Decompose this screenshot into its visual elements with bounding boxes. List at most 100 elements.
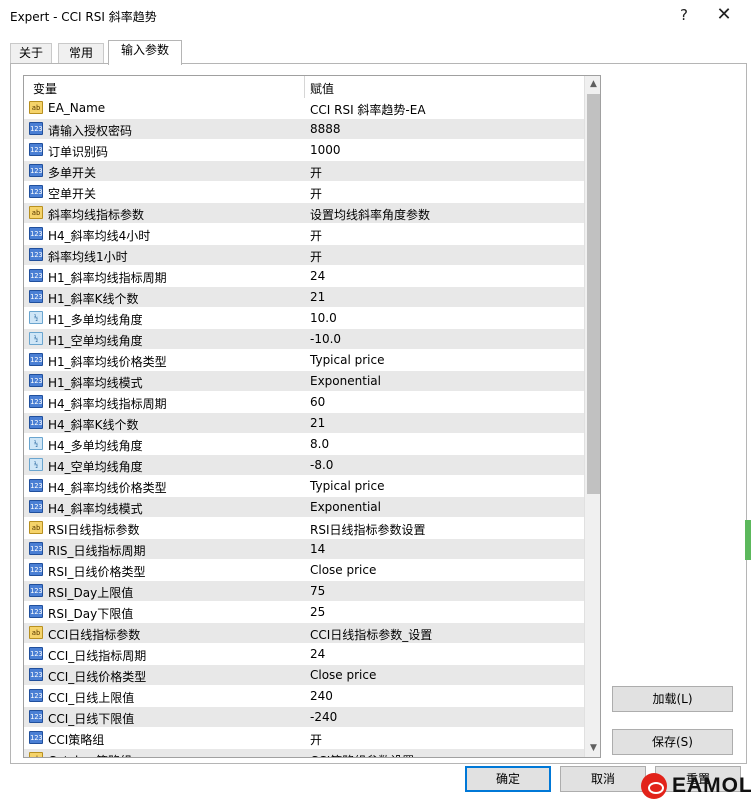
tab-inputs[interactable]: 输入参数 xyxy=(108,40,182,65)
parameter-name: CCI_日线价格类型 xyxy=(48,670,147,684)
parameter-name: CCI日线指标参数 xyxy=(48,628,141,642)
double-type-icon: ½ xyxy=(29,437,43,450)
integer-type-icon: 123 xyxy=(29,584,43,597)
ok-button[interactable]: 确定 xyxy=(465,766,551,792)
parameter-value[interactable]: 开 xyxy=(310,227,322,244)
parameter-name: H4_斜率均线价格类型 xyxy=(48,481,167,495)
parameter-value[interactable]: 75 xyxy=(310,584,325,598)
table-row[interactable]: 123 RIS_日线指标周期 14 xyxy=(24,539,584,560)
table-row[interactable]: 123 多单开关 开 xyxy=(24,161,584,182)
vertical-scrollbar[interactable]: ▲ ▼ xyxy=(584,76,600,757)
help-icon[interactable]: ? xyxy=(672,4,696,26)
save-button[interactable]: 保存(S) xyxy=(612,729,733,755)
column-header-value[interactable]: 赋值 xyxy=(310,80,334,97)
integer-type-icon: 123 xyxy=(29,731,43,744)
table-row[interactable]: 123 RSI_日线价格类型 Close price xyxy=(24,560,584,581)
column-header-variable[interactable]: 变量 xyxy=(33,80,57,97)
table-row[interactable]: ½ H4_多单均线角度 8.0 xyxy=(24,434,584,455)
parameter-value[interactable]: 21 xyxy=(310,290,325,304)
table-row[interactable]: 123 订单识别码 1000 xyxy=(24,140,584,161)
parameter-value[interactable]: 24 xyxy=(310,647,325,661)
parameter-value[interactable]: CCI日线指标参数_设置 xyxy=(310,626,432,643)
parameter-name: RSI_日线价格类型 xyxy=(48,565,146,579)
table-row[interactable]: 123 请输入授权密码 8888 xyxy=(24,119,584,140)
table-row[interactable]: 123 CCI_日线价格类型 Close price xyxy=(24,665,584,686)
table-row[interactable]: ab Catcha_策略组 CCI策略组参数设置 xyxy=(24,749,584,757)
table-row[interactable]: ab CCI日线指标参数 CCI日线指标参数_设置 xyxy=(24,623,584,644)
table-row[interactable]: 123 空单开关 开 xyxy=(24,182,584,203)
table-row[interactable]: ½ H4_空单均线角度 -8.0 xyxy=(24,455,584,476)
table-row[interactable]: ab EA_Name CCI RSI 斜率趋势-EA xyxy=(24,98,584,119)
parameter-value[interactable]: 8888 xyxy=(310,122,341,136)
close-icon[interactable]: ✕ xyxy=(712,4,736,26)
title-bar: Expert - CCI RSI 斜率趋势 ? ✕ xyxy=(0,0,751,30)
string-type-icon: ab xyxy=(29,626,43,639)
table-row[interactable]: 123 H1_斜率均线价格类型 Typical price xyxy=(24,350,584,371)
table-row[interactable]: ½ H1_多单均线角度 10.0 xyxy=(24,308,584,329)
table-row[interactable]: 123 H4_斜率均线价格类型 Typical price xyxy=(24,476,584,497)
table-row[interactable]: 123 CCI_日线指标周期 24 xyxy=(24,644,584,665)
parameter-value[interactable]: 14 xyxy=(310,542,325,556)
parameter-name: H4_多单均线角度 xyxy=(48,439,143,453)
integer-type-icon: 123 xyxy=(29,563,43,576)
parameter-value[interactable]: 240 xyxy=(310,689,333,703)
scroll-up-icon[interactable]: ▲ xyxy=(585,76,600,93)
parameter-value[interactable]: 开 xyxy=(310,185,322,202)
parameter-value[interactable]: Exponential xyxy=(310,500,381,514)
parameter-value[interactable]: Exponential xyxy=(310,374,381,388)
parameter-value[interactable]: Close price xyxy=(310,563,376,577)
parameter-name: 斜率均线指标参数 xyxy=(48,208,145,222)
table-row[interactable]: 123 H4_斜率K线个数 21 xyxy=(24,413,584,434)
parameter-value[interactable]: 开 xyxy=(310,248,322,265)
parameter-value[interactable]: 设置均线斜率角度参数 xyxy=(310,206,430,223)
tab-common[interactable]: 常用 xyxy=(58,43,104,64)
parameter-value[interactable]: Typical price xyxy=(310,479,384,493)
parameter-value[interactable]: RSI日线指标参数设置 xyxy=(310,521,426,538)
scroll-down-icon[interactable]: ▼ xyxy=(585,740,600,757)
table-row[interactable]: ½ H1_空单均线角度 -10.0 xyxy=(24,329,584,350)
parameter-name: RSI_Day下限值 xyxy=(48,607,134,621)
parameter-value[interactable]: 开 xyxy=(310,731,322,748)
integer-type-icon: 123 xyxy=(29,374,43,387)
parameter-value[interactable]: 24 xyxy=(310,269,325,283)
table-row[interactable]: 123 H1_斜率K线个数 21 xyxy=(24,287,584,308)
parameter-value[interactable]: 8.0 xyxy=(310,437,329,451)
parameter-value[interactable]: 25 xyxy=(310,605,325,619)
side-edge-mark xyxy=(745,520,751,560)
table-row[interactable]: 123 H1_斜率均线模式 Exponential xyxy=(24,371,584,392)
table-row[interactable]: 123 CCI_日线上限值 240 xyxy=(24,686,584,707)
string-type-icon: ab xyxy=(29,752,43,757)
tab-about[interactable]: 关于 xyxy=(10,43,52,64)
load-button[interactable]: 加载(L) xyxy=(612,686,733,712)
table-row[interactable]: ab 斜率均线指标参数 设置均线斜率角度参数 xyxy=(24,203,584,224)
table-row[interactable]: 123 RSI_Day下限值 25 xyxy=(24,602,584,623)
column-divider[interactable] xyxy=(304,76,305,98)
scroll-thumb[interactable] xyxy=(587,94,600,494)
parameter-value[interactable]: -10.0 xyxy=(310,332,341,346)
parameter-value[interactable]: 10.0 xyxy=(310,311,337,325)
parameter-value[interactable]: 1000 xyxy=(310,143,341,157)
table-row[interactable]: 123 CCI策略组 开 xyxy=(24,728,584,749)
parameter-value[interactable]: Typical price xyxy=(310,353,384,367)
string-type-icon: ab xyxy=(29,206,43,219)
parameter-value[interactable]: 21 xyxy=(310,416,325,430)
parameter-value[interactable]: 60 xyxy=(310,395,325,409)
parameter-value[interactable]: CCI RSI 斜率趋势-EA xyxy=(310,101,426,118)
parameter-name: H4_斜率K线个数 xyxy=(48,418,139,432)
cancel-button[interactable]: 取消 xyxy=(560,766,646,792)
parameter-value[interactable]: CCI策略组参数设置 xyxy=(310,752,414,757)
table-row[interactable]: 123 斜率均线1小时 开 xyxy=(24,245,584,266)
table-row[interactable]: 123 RSI_Day上限值 75 xyxy=(24,581,584,602)
table-row[interactable]: 123 H4_斜率均线模式 Exponential xyxy=(24,497,584,518)
table-row[interactable]: 123 CCI_日线下限值 -240 xyxy=(24,707,584,728)
parameter-value[interactable]: 开 xyxy=(310,164,322,181)
table-row[interactable]: 123 H1_斜率均线指标周期 24 xyxy=(24,266,584,287)
table-row[interactable]: 123 H4_斜率均线4小时 开 xyxy=(24,224,584,245)
parameter-value[interactable]: Close price xyxy=(310,668,376,682)
watermark: EAMOL xyxy=(641,773,751,799)
table-row[interactable]: 123 H4_斜率均线指标周期 60 xyxy=(24,392,584,413)
parameter-value[interactable]: -240 xyxy=(310,710,337,724)
table-row[interactable]: ab RSI日线指标参数 RSI日线指标参数设置 xyxy=(24,518,584,539)
parameter-name: H4_斜率均线4小时 xyxy=(48,229,151,243)
parameter-value[interactable]: -8.0 xyxy=(310,458,333,472)
